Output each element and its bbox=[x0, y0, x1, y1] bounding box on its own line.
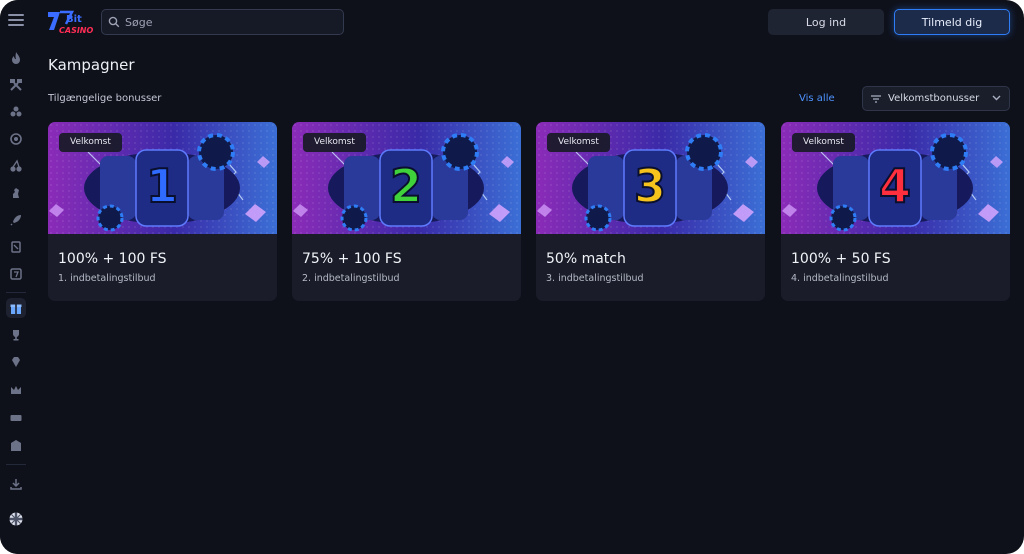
casino-logo[interactable]: Bit CASINO bbox=[46, 8, 94, 36]
filter-icon bbox=[871, 94, 881, 103]
sidebar-divider bbox=[6, 464, 26, 465]
promo-card[interactable]: 3 Velkomst 50% match 3. indbetalingstilb… bbox=[536, 122, 765, 301]
promo-tag: Velkomst bbox=[59, 133, 122, 152]
uk-flag-icon[interactable] bbox=[6, 509, 26, 529]
promo-title: 100% + 50 FS bbox=[791, 251, 891, 267]
promo-tag: Velkomst bbox=[792, 133, 855, 152]
svg-text:3: 3 bbox=[634, 159, 666, 213]
gift-icon[interactable] bbox=[6, 298, 26, 318]
svg-text:2: 2 bbox=[390, 159, 422, 213]
gem-icon[interactable] bbox=[6, 352, 26, 372]
promo-tag: Velkomst bbox=[547, 133, 610, 152]
mail-icon[interactable] bbox=[6, 436, 26, 456]
promo-subtitle: 1. indbetalingstilbud bbox=[58, 273, 156, 284]
trophy-icon[interactable] bbox=[6, 325, 26, 345]
promo-card[interactable]: 2 Velkomst 75% + 100 FS 2. indbetalingst… bbox=[292, 122, 521, 301]
chevron-down-icon bbox=[992, 95, 1001, 101]
download-icon[interactable] bbox=[6, 474, 26, 494]
cards-icon[interactable] bbox=[6, 237, 26, 257]
menu-icon[interactable] bbox=[8, 14, 24, 28]
promo-card[interactable]: 1 Velkomst 100% + 100 FS 1. indbetalings… bbox=[48, 122, 277, 301]
promo-title: 100% + 100 FS bbox=[58, 251, 167, 267]
promo-subtitle: 4. indbetalingstilbud bbox=[791, 273, 889, 284]
promo-subtitle: 3. indbetalingstilbud bbox=[546, 273, 644, 284]
search-input[interactable] bbox=[125, 15, 325, 29]
fire-icon[interactable] bbox=[6, 48, 26, 68]
search-icon bbox=[108, 16, 120, 28]
filter-selected-value: Velkomstbonusser bbox=[888, 93, 980, 104]
chess-piece-icon[interactable] bbox=[6, 183, 26, 203]
svg-text:4: 4 bbox=[879, 159, 911, 213]
ticket-icon[interactable] bbox=[6, 408, 26, 428]
promo-tag: Velkomst bbox=[303, 133, 366, 152]
flame-cluster-icon[interactable] bbox=[6, 102, 26, 122]
promo-subtitle: 2. indbetalingstilbud bbox=[302, 273, 400, 284]
bonus-filter-dropdown[interactable]: Velkomstbonusser bbox=[862, 86, 1010, 111]
search-bar[interactable] bbox=[101, 9, 344, 35]
svg-text:CASINO: CASINO bbox=[59, 26, 93, 35]
login-button[interactable]: Log ind bbox=[768, 9, 884, 35]
svg-text:1: 1 bbox=[146, 159, 178, 213]
rocket-icon[interactable] bbox=[6, 210, 26, 230]
app-window: Bit CASINO Log ind Tilmeld dig Kampagner… bbox=[0, 0, 1024, 554]
promo-title: 50% match bbox=[546, 251, 626, 267]
sidebar bbox=[0, 0, 33, 554]
target-icon[interactable] bbox=[6, 129, 26, 149]
cherries-icon[interactable] bbox=[6, 156, 26, 176]
signup-button[interactable]: Tilmeld dig bbox=[894, 9, 1010, 35]
crown-icon[interactable] bbox=[6, 380, 26, 400]
sidebar-divider bbox=[6, 292, 26, 293]
svg-text:Bit: Bit bbox=[66, 14, 82, 25]
section-label: Tilgængelige bonusser bbox=[48, 93, 162, 104]
page-title: Kampagner bbox=[48, 56, 135, 74]
promo-title: 75% + 100 FS bbox=[302, 251, 402, 267]
promo-card[interactable]: 4 Velkomst 100% + 50 FS 4. indbetalingst… bbox=[781, 122, 1010, 301]
crossed-tools-icon[interactable] bbox=[6, 75, 26, 95]
slots-icon[interactable] bbox=[6, 264, 26, 284]
see-all-link[interactable]: Vis alle bbox=[799, 93, 835, 104]
